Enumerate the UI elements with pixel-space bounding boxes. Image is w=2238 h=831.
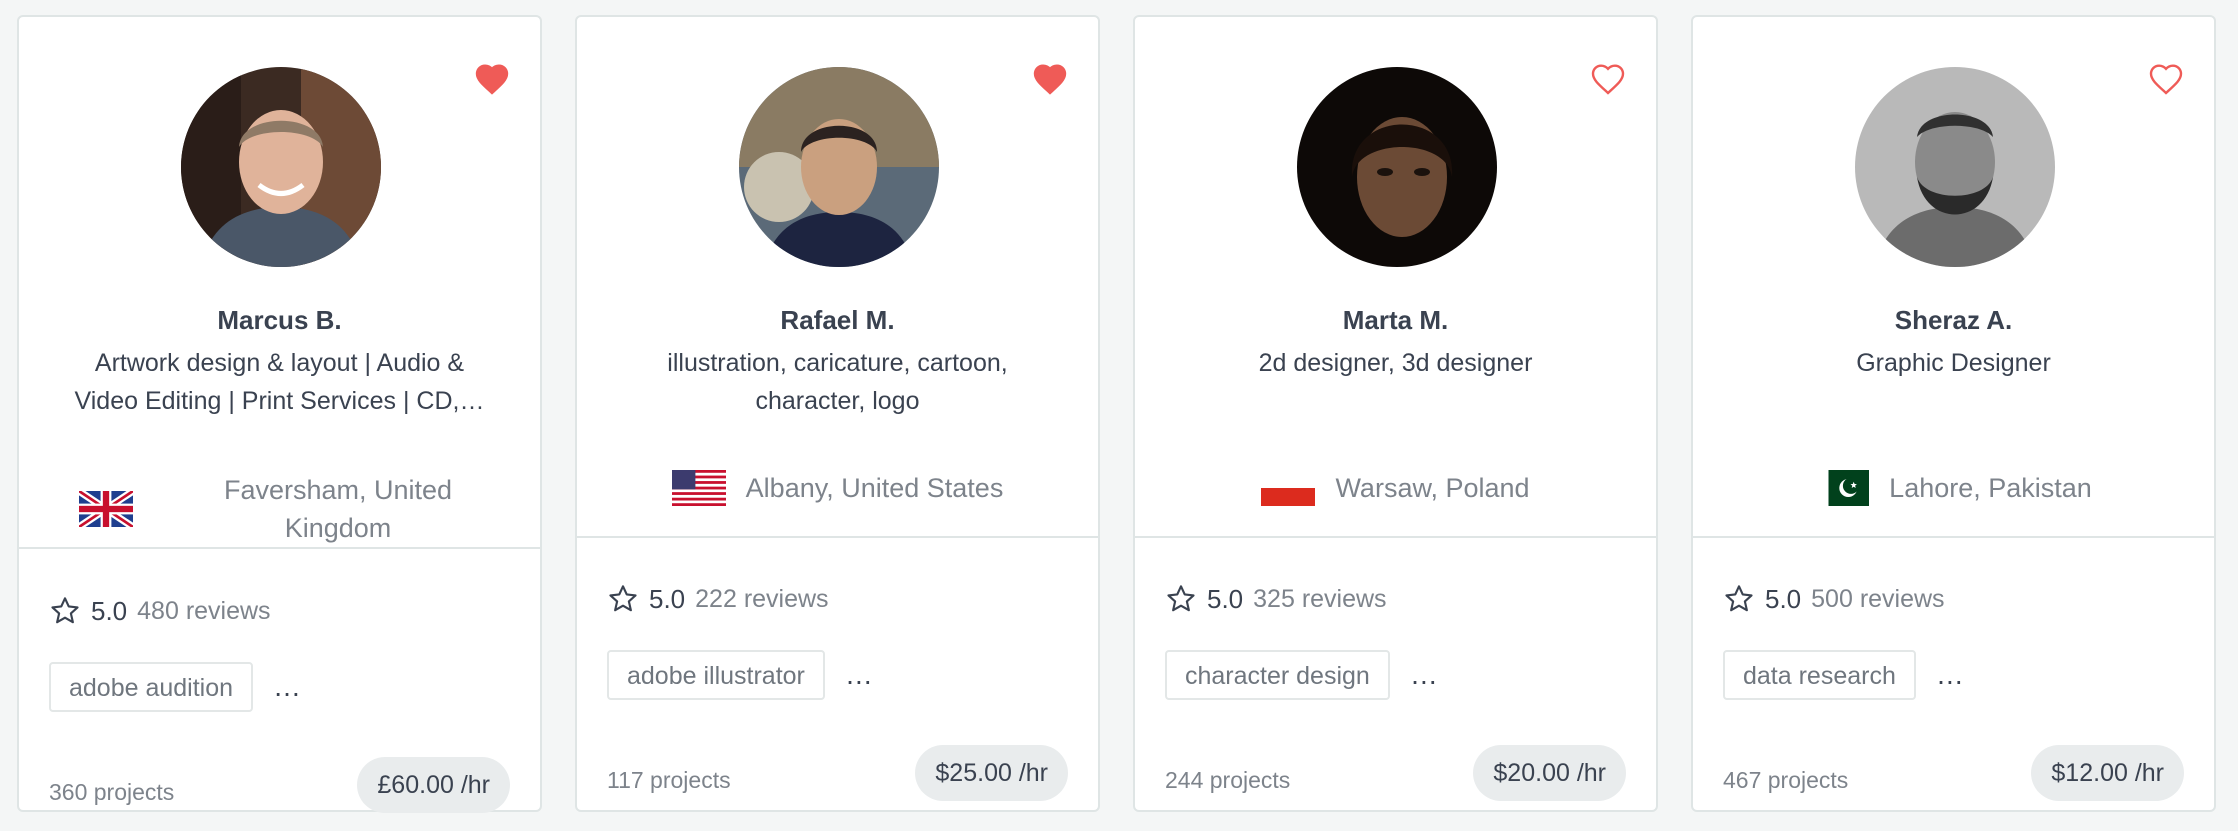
location: Lahore, Pakistan <box>1693 469 2214 507</box>
freelancer-card[interactable]: Marta M. 2d designer, 3d designer Warsaw… <box>1133 15 1658 812</box>
freelancer-card[interactable]: Rafael M. illustration, caricature, cart… <box>575 15 1100 812</box>
freelancer-name[interactable]: Marta M. <box>1155 305 1636 336</box>
location-text: Albany, United States <box>745 473 1004 503</box>
favorite-heart-icon[interactable] <box>1032 61 1068 95</box>
hourly-rate: $25.00 /hr <box>915 745 1068 801</box>
freelancer-title: illustration, caricature, cartoon, chara… <box>667 349 1008 415</box>
location: Warsaw, Poland <box>1135 469 1656 507</box>
location-text: Lahore, Pakistan <box>1889 473 2092 503</box>
review-count: 500 reviews <box>1811 584 1945 613</box>
hourly-rate: £60.00 /hr <box>357 757 510 813</box>
freelancer-name[interactable]: Rafael M. <box>597 305 1078 336</box>
hourly-rate: $20.00 /hr <box>1473 745 1626 801</box>
rating: 5.0 480 reviews <box>49 595 271 627</box>
review-count: 222 reviews <box>695 584 829 613</box>
card-divider <box>19 547 540 549</box>
review-count: 480 reviews <box>137 596 271 625</box>
star-icon <box>1723 583 1755 615</box>
uk-flag-icon <box>79 491 133 527</box>
location-text: Warsaw, Poland <box>1335 473 1530 503</box>
rating-score: 5.0 <box>91 595 128 626</box>
favorite-heart-icon[interactable] <box>474 61 510 95</box>
skills: adobe audition … <box>49 662 303 712</box>
more-skills-button[interactable]: … <box>1410 659 1440 691</box>
card-divider <box>577 536 1098 538</box>
avatar[interactable] <box>181 67 381 267</box>
review-count: 325 reviews <box>1253 584 1387 613</box>
freelancer-title: Artwork design & layout | Audio & Video … <box>74 349 485 415</box>
project-count: 244 projects <box>1165 767 1291 793</box>
avatar[interactable] <box>1297 67 1497 267</box>
freelancer-name[interactable]: Marcus B. <box>39 305 520 336</box>
location: Albany, United States <box>577 469 1098 507</box>
hourly-rate: $12.00 /hr <box>2031 745 2184 801</box>
rating: 5.0 222 reviews <box>607 583 829 615</box>
card-divider <box>1135 536 1656 538</box>
rating: 5.0 500 reviews <box>1723 583 1945 615</box>
skill-tag[interactable]: data research <box>1723 650 1916 700</box>
avatar[interactable] <box>739 67 939 267</box>
favorite-heart-icon[interactable] <box>2148 61 2184 95</box>
skill-tag[interactable]: character design <box>1165 650 1390 700</box>
project-count: 467 projects <box>1723 767 1849 793</box>
star-icon <box>607 583 639 615</box>
freelancer-card[interactable]: Marcus B. Artwork design & layout | Audi… <box>17 15 542 813</box>
project-count: 117 projects <box>607 767 731 793</box>
project-count: 360 projects <box>49 779 175 805</box>
freelancer-card[interactable]: Sheraz A. Graphic Designer Lahore, Pakis… <box>1691 15 2216 812</box>
freelancer-title: 2d designer, 3d designer <box>1258 349 1533 377</box>
rating-score: 5.0 <box>1207 583 1244 614</box>
more-skills-button[interactable]: … <box>273 671 303 703</box>
location: Faversham, United Kingdom <box>19 471 540 547</box>
rating-score: 5.0 <box>649 583 686 614</box>
pakistan-flag-icon <box>1815 470 1870 506</box>
rating: 5.0 325 reviews <box>1165 583 1387 615</box>
freelancer-grid: Marcus B. Artwork design & layout | Audi… <box>0 0 2238 831</box>
card-divider <box>1693 536 2214 538</box>
more-skills-button[interactable]: … <box>1936 659 1966 691</box>
freelancer-title: Graphic Designer <box>1856 349 2051 377</box>
more-skills-button[interactable]: … <box>845 659 875 691</box>
poland-flag-icon <box>1261 470 1316 506</box>
skill-tag[interactable]: adobe audition <box>49 662 254 712</box>
rating-score: 5.0 <box>1765 583 1802 614</box>
star-icon <box>49 595 81 627</box>
location-text: Faversham, United Kingdom <box>223 475 453 543</box>
favorite-heart-icon[interactable] <box>1590 61 1626 95</box>
skills: adobe illustrator … <box>607 650 875 700</box>
skills: data research … <box>1723 650 1966 700</box>
us-flag-icon <box>671 470 726 506</box>
star-icon <box>1165 583 1197 615</box>
skill-tag[interactable]: adobe illustrator <box>607 650 825 700</box>
freelancer-name[interactable]: Sheraz A. <box>1713 305 2194 336</box>
skills: character design … <box>1165 650 1440 700</box>
avatar[interactable] <box>1855 67 2055 267</box>
